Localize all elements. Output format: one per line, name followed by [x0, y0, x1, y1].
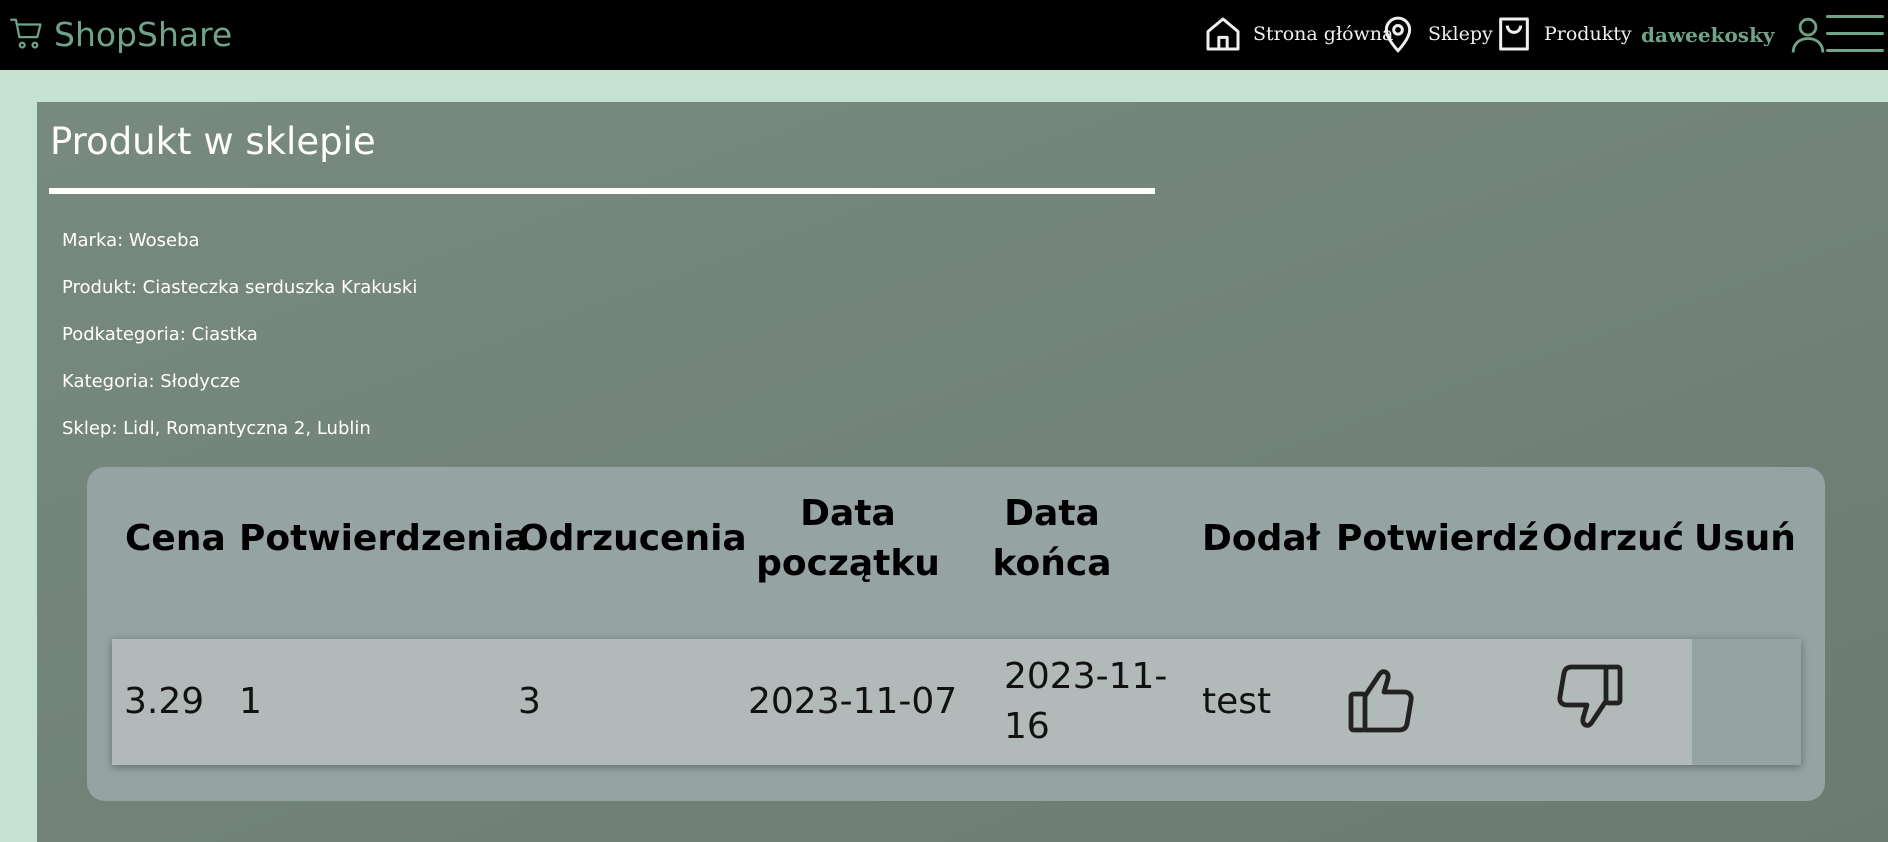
header-start-date-line1: Data: [800, 493, 896, 534]
hamburger-line: [1826, 49, 1884, 52]
brand-name: ShopShare: [54, 14, 233, 54]
hamburger-line: [1826, 32, 1884, 35]
brand-link[interactable]: ShopShare: [8, 10, 232, 58]
home-icon: [1206, 17, 1240, 51]
nav-home-label: Strona główna: [1253, 23, 1394, 45]
header-added-by: Dodał: [1202, 518, 1321, 559]
product-panel: Produkt w sklepie Marka: Woseba Produkt:…: [37, 102, 1888, 842]
header-rejections: Odrzucenia: [518, 518, 747, 559]
nav-shops[interactable]: Sklepy: [1378, 12, 1493, 56]
user-menu[interactable]: daweekosky: [1641, 10, 1829, 60]
delete-cell: [1692, 639, 1801, 765]
hamburger-menu-icon[interactable]: [1826, 12, 1884, 56]
top-navbar: ShopShare Strona główna Sklepy Produkty …: [0, 0, 1888, 70]
cell-price: 3.29: [124, 681, 205, 722]
table-row: 3.29 1 3 2023-11-07 2023-11- 16 test: [112, 639, 1801, 765]
title-divider: [49, 188, 1155, 194]
category-info: Kategoria: Słodycze: [62, 371, 241, 392]
product-info: Produkt: Ciasteczka serduszka Krakuski: [62, 277, 418, 298]
cell-start-date: 2023-11-07: [748, 681, 958, 722]
cell-end-date-line1: 2023-11-: [1004, 656, 1168, 697]
nav-products[interactable]: Produkty: [1494, 12, 1632, 56]
shop-info: Sklep: Lidl, Romantyczna 2, Lublin: [62, 418, 371, 439]
header-end-date-line2: końca: [992, 543, 1112, 584]
header-end-date-line1: Data: [1004, 493, 1100, 534]
nav-home[interactable]: Strona główna: [1203, 12, 1393, 56]
shopping-bag-icon: [1499, 17, 1529, 51]
cell-rejections: 3: [518, 681, 541, 722]
cell-added-by: test: [1202, 681, 1272, 722]
thumbs-down-icon[interactable]: [1552, 663, 1624, 731]
header-confirmations: Potwierdzenia: [239, 518, 529, 559]
page-title: Produkt w sklepie: [50, 120, 376, 163]
username: daweekosky: [1641, 23, 1775, 47]
brand-info: Marka: Woseba: [62, 230, 200, 251]
header-confirm: Potwierdź: [1336, 518, 1539, 559]
header-end-date: Data końca: [977, 489, 1127, 589]
map-pin-icon: [1384, 16, 1412, 53]
cart-icon: [10, 18, 42, 49]
header-start-date: Data początku: [743, 489, 953, 589]
nav-products-label: Produkty: [1544, 23, 1632, 45]
prices-table: Cena Potwierdzenia Odrzucenia Data począ…: [87, 467, 1825, 801]
thumbs-up-icon[interactable]: [1347, 666, 1419, 734]
cell-end-date-line2: 16: [1004, 706, 1050, 747]
header-reject: Odrzuć: [1542, 518, 1685, 559]
hamburger-line: [1826, 15, 1884, 18]
cell-confirmations: 1: [239, 681, 262, 722]
user-icon: [1791, 17, 1824, 53]
subcategory-info: Podkategoria: Ciastka: [62, 324, 258, 345]
header-price: Cena: [125, 518, 226, 559]
header-start-date-line2: początku: [756, 543, 940, 584]
nav-shops-label: Sklepy: [1428, 23, 1493, 45]
cell-end-date: 2023-11- 16: [1004, 652, 1167, 752]
header-delete: Usuń: [1694, 518, 1796, 559]
